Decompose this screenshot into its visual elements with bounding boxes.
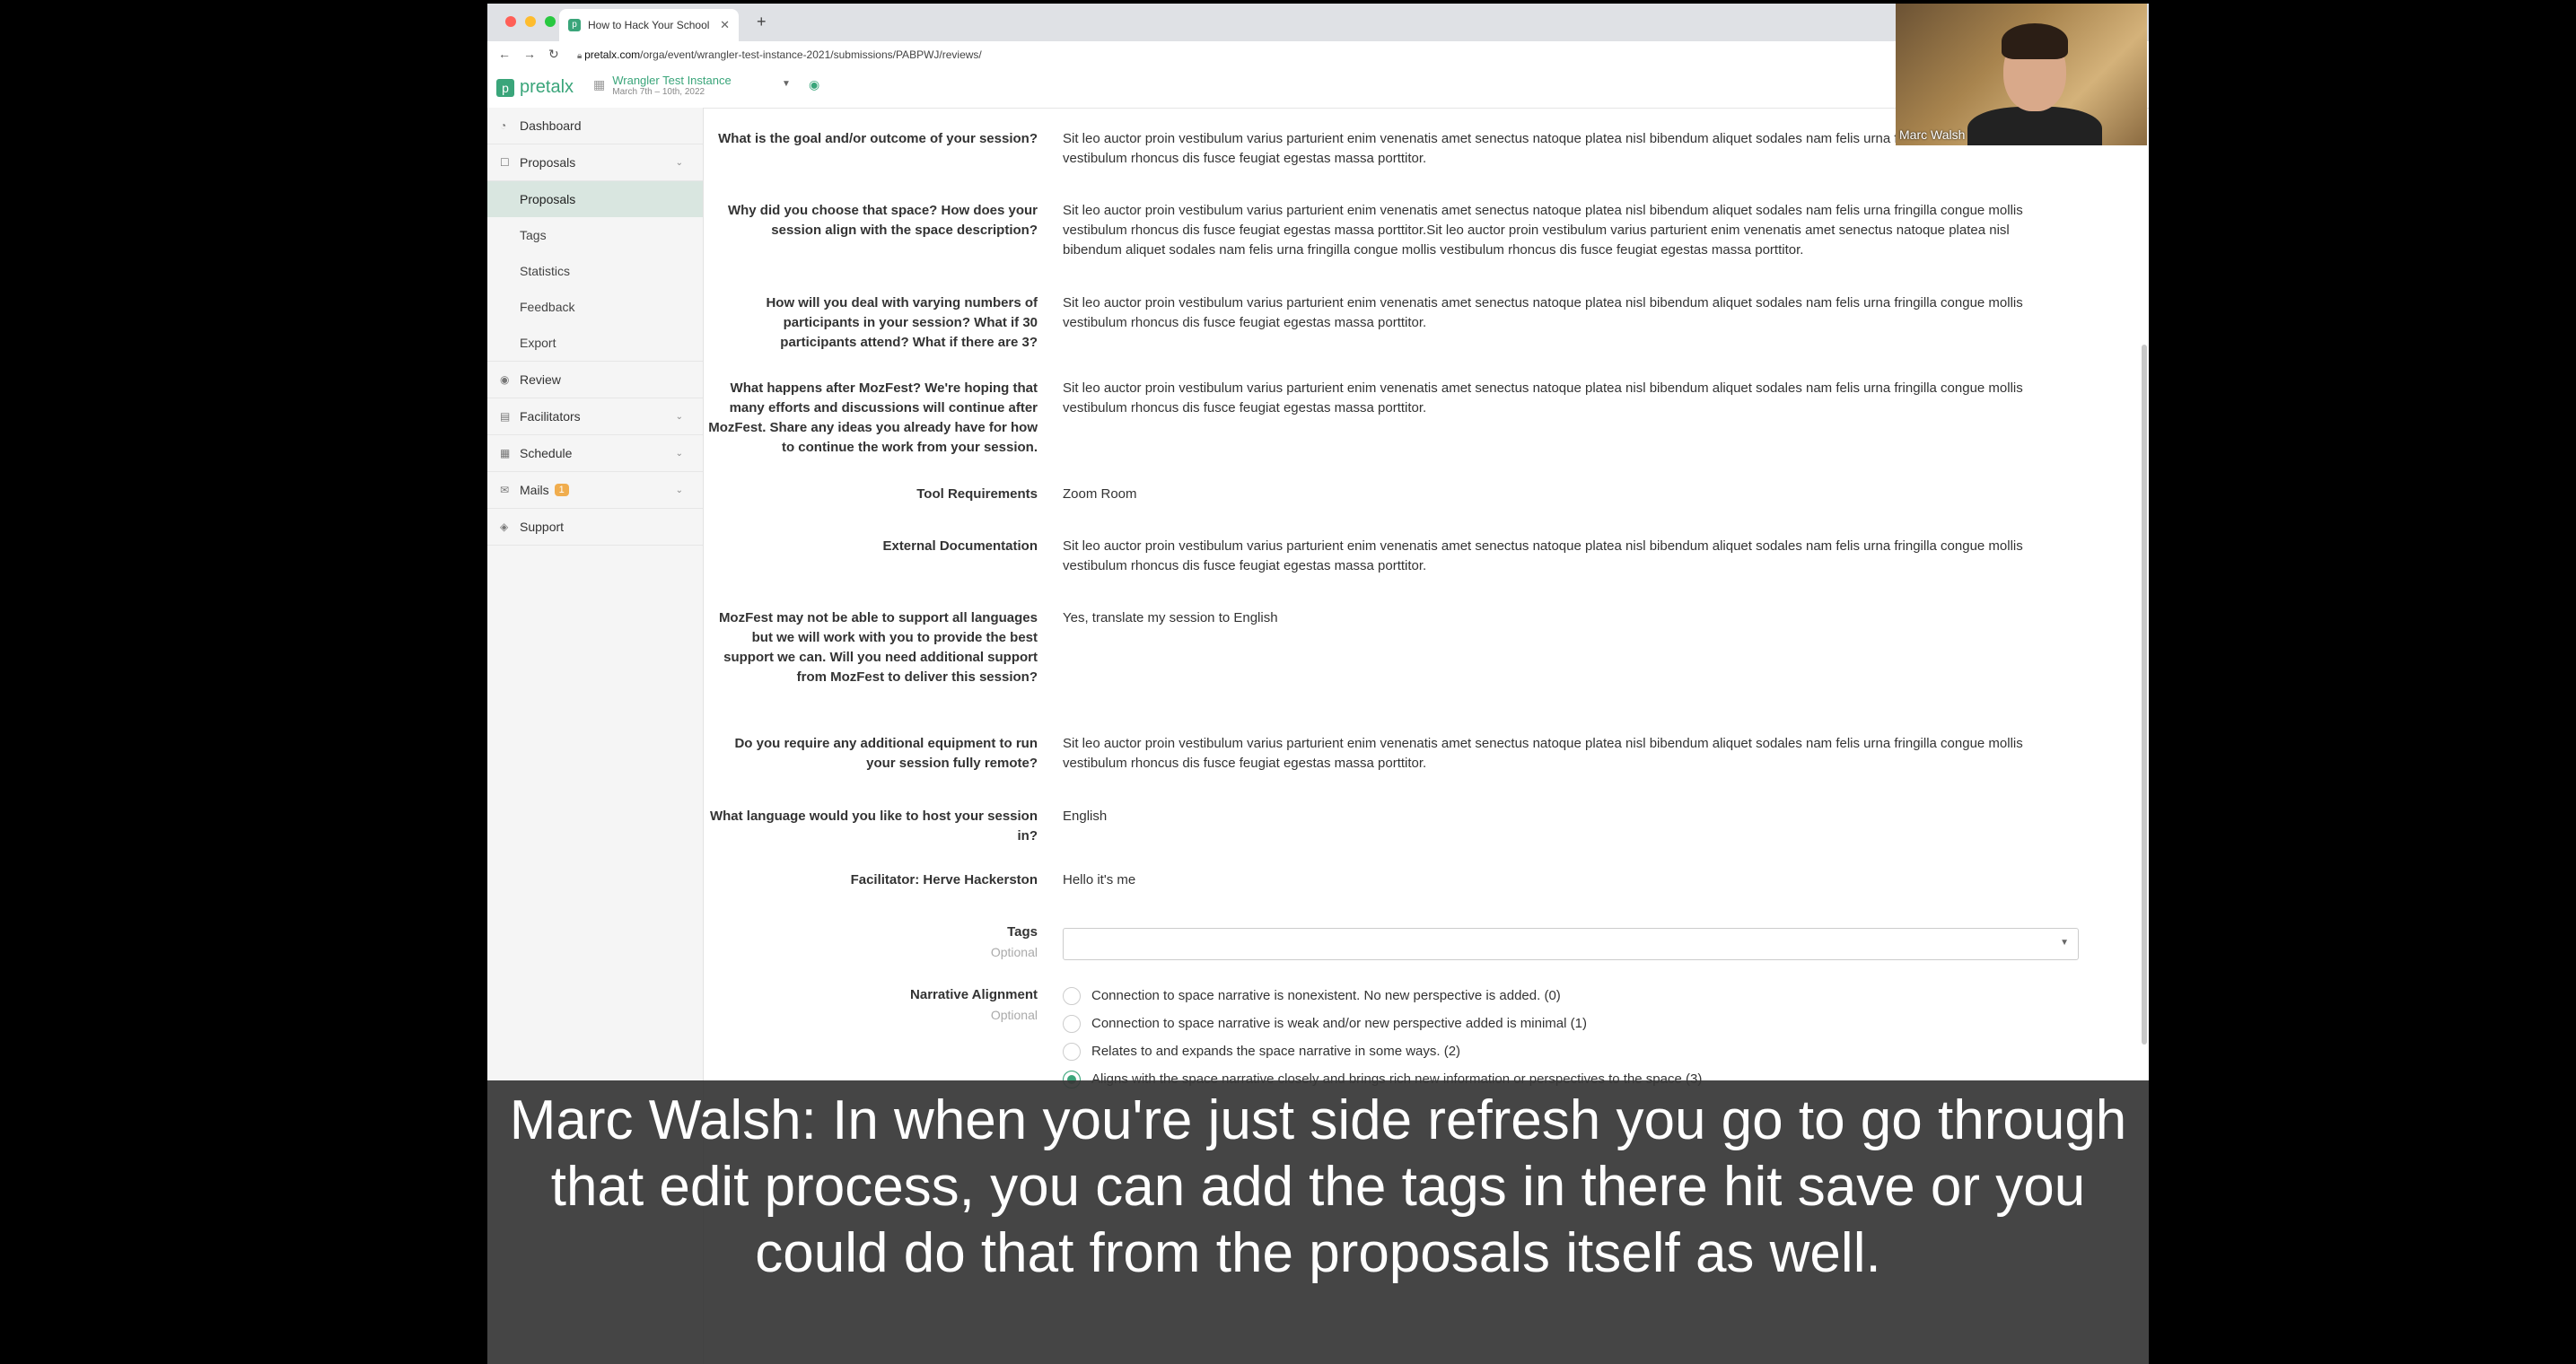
maximize-window-icon[interactable] bbox=[545, 16, 556, 27]
field-question: Do you require any additional equipment … bbox=[734, 736, 1038, 771]
sidebar-sub-proposals[interactable]: Proposals bbox=[487, 181, 703, 217]
chevron-down-icon[interactable]: ▼ bbox=[782, 79, 791, 89]
minimize-window-icon[interactable] bbox=[525, 16, 536, 27]
field-question: Facilitator: Herve Hackerston bbox=[850, 872, 1038, 887]
sidebar-item-label: Proposals bbox=[520, 155, 576, 170]
sidebar-item-support[interactable]: ◈ Support bbox=[487, 509, 703, 546]
chevron-down-icon: ⌄ bbox=[675, 448, 683, 459]
chevron-down-icon: ⌄ bbox=[675, 157, 683, 168]
sidebar-item-label: Facilitators bbox=[520, 409, 581, 424]
sidebar-item-facilitators[interactable]: ▤ Facilitators ⌄ bbox=[487, 398, 703, 435]
logo-text: pretalx bbox=[520, 77, 574, 97]
sidebar-item-label: Review bbox=[520, 372, 561, 387]
field-question: What language would you like to host you… bbox=[709, 809, 1038, 844]
dashboard-icon: ◔ bbox=[500, 119, 507, 132]
field-question: Why did you choose that space? How does … bbox=[727, 203, 1038, 238]
sidebar-item-label: Dashboard bbox=[520, 118, 582, 133]
field-answer: Sit leo auctor proin vestibulum varius p… bbox=[1063, 203, 2023, 258]
radio-label: Relates to and expands the space narrati… bbox=[1091, 1044, 1461, 1059]
calendar-icon: ▦ bbox=[593, 77, 606, 92]
sidebar-item-schedule[interactable]: ▦ Schedule ⌄ bbox=[487, 435, 703, 472]
field-question: External Documentation bbox=[882, 538, 1038, 554]
sidebar-item-label: Mails bbox=[520, 483, 549, 497]
eye-icon[interactable]: ◉ bbox=[809, 77, 819, 92]
new-tab-icon[interactable]: + bbox=[757, 13, 767, 31]
mails-count-badge: 1 bbox=[554, 484, 569, 496]
field-question: What is the goal and/or outcome of your … bbox=[718, 131, 1038, 146]
eye-icon: ◉ bbox=[500, 373, 510, 386]
close-tab-icon[interactable]: ✕ bbox=[720, 18, 730, 32]
sidebar-sub-tags[interactable]: Tags bbox=[487, 217, 703, 253]
event-name: Wrangler Test Instance bbox=[612, 74, 732, 87]
webcam-person-body bbox=[1967, 107, 2102, 145]
field-answer: Yes, translate my session to English bbox=[1063, 610, 1278, 625]
sidebar-item-label: Schedule bbox=[520, 446, 573, 460]
tab-title: How to Hack Your School and bbox=[588, 19, 713, 31]
sidebar-sub-feedback[interactable]: Feedback bbox=[487, 289, 703, 325]
radio-label: Connection to space narrative is nonexis… bbox=[1091, 988, 1561, 1003]
field-question: How will you deal with varying numbers o… bbox=[766, 295, 1038, 350]
sidebar-sub-export[interactable]: Export bbox=[487, 325, 703, 362]
radio-button[interactable] bbox=[1063, 1014, 1081, 1033]
url-path: /orga/event/wrangler-test-instance-2021/… bbox=[640, 48, 982, 61]
scrollbar[interactable] bbox=[2142, 345, 2147, 1045]
chevron-down-icon: ⌄ bbox=[675, 411, 683, 422]
sidebar-item-proposals[interactable]: ☐ Proposals ⌄ bbox=[487, 144, 703, 181]
webcam-name: Marc Walsh bbox=[1899, 127, 1966, 142]
field-answer: Sit leo auctor proin vestibulum varius p… bbox=[1063, 736, 2023, 771]
chevron-down-icon: ▼ bbox=[2060, 938, 2069, 948]
browser-tab[interactable]: p How to Hack Your School and ✕ bbox=[559, 9, 739, 41]
narrative-label: Narrative Alignment bbox=[910, 987, 1038, 1002]
radio-label: Connection to space narrative is weak an… bbox=[1091, 1016, 1587, 1031]
field-answer: Zoom Room bbox=[1063, 486, 1137, 502]
back-icon[interactable]: ← bbox=[498, 47, 511, 62]
sidebar-item-mails[interactable]: ✉ Mails 1 ⌄ bbox=[487, 472, 703, 509]
lock-icon: 🔒︎ bbox=[577, 51, 585, 61]
pretalx-logo[interactable]: p pretalx bbox=[496, 77, 574, 98]
field-answer: Sit leo auctor proin vestibulum varius p… bbox=[1063, 538, 2023, 573]
sidebar-item-review[interactable]: ◉ Review bbox=[487, 362, 703, 398]
tags-label-block: Tags Optional bbox=[704, 922, 1038, 962]
field-answer: Sit leo auctor proin vestibulum varius p… bbox=[1063, 295, 2023, 330]
narrative-options: Connection to space narrative is nonexis… bbox=[1063, 982, 1702, 1093]
forward-icon[interactable]: → bbox=[523, 47, 536, 62]
close-window-icon[interactable] bbox=[505, 16, 516, 27]
narrative-option[interactable]: Connection to space narrative is weak an… bbox=[1063, 1010, 1702, 1037]
field-answer: Hello it's me bbox=[1063, 872, 1136, 887]
webcam-overlay: Marc Walsh bbox=[1896, 4, 2147, 145]
id-card-icon: ▤ bbox=[500, 410, 511, 423]
support-icon: ◈ bbox=[500, 520, 509, 533]
radio-button[interactable] bbox=[1063, 986, 1081, 1005]
narrative-option[interactable]: Relates to and expands the space narrati… bbox=[1063, 1037, 1702, 1065]
tags-select[interactable]: ▼ bbox=[1063, 928, 2079, 960]
narrative-option[interactable]: Connection to space narrative is nonexis… bbox=[1063, 982, 1702, 1010]
field-question: What happens after MozFest? We're hoping… bbox=[708, 380, 1038, 455]
tags-optional: Optional bbox=[990, 945, 1038, 959]
field-answer: Sit leo auctor proin vestibulum varius p… bbox=[1063, 380, 2023, 415]
caption-subtitle: Marc Walsh: In when you're just side ref… bbox=[487, 1080, 2149, 1364]
window-controls bbox=[505, 16, 556, 27]
logo-mark-icon: p bbox=[496, 78, 514, 97]
reload-icon[interactable]: ↻ bbox=[548, 47, 559, 62]
webcam-person-hair bbox=[2002, 23, 2068, 59]
narrative-label-block: Narrative Alignment Optional bbox=[704, 985, 1038, 1025]
sidebar-sub-statistics[interactable]: Statistics bbox=[487, 253, 703, 289]
sidebar-item-label: Support bbox=[520, 520, 565, 534]
event-switcher[interactable]: ▦ Wrangler Test Instance March 7th – 10t… bbox=[593, 74, 819, 97]
favicon-icon: p bbox=[568, 19, 581, 31]
tags-label: Tags bbox=[1007, 924, 1038, 940]
event-dates: March 7th – 10th, 2022 bbox=[612, 87, 705, 97]
sidebar-item-dashboard[interactable]: ◔ Dashboard bbox=[487, 108, 703, 144]
radio-button[interactable] bbox=[1063, 1042, 1081, 1061]
chevron-down-icon: ⌄ bbox=[675, 485, 683, 495]
narrative-optional: Optional bbox=[990, 1008, 1038, 1022]
envelope-icon: ✉ bbox=[500, 484, 510, 496]
url-field[interactable]: 🔒︎ pretalx.com/orga/event/wrangler-test-… bbox=[577, 46, 982, 64]
proposals-icon: ☐ bbox=[500, 156, 510, 169]
field-answer: English bbox=[1063, 809, 1108, 824]
field-question: Tool Requirements bbox=[916, 486, 1038, 502]
field-question: MozFest may not be able to support all l… bbox=[718, 610, 1038, 685]
url-host: pretalx.com bbox=[584, 48, 641, 61]
calendar-icon: ▦ bbox=[500, 447, 511, 459]
